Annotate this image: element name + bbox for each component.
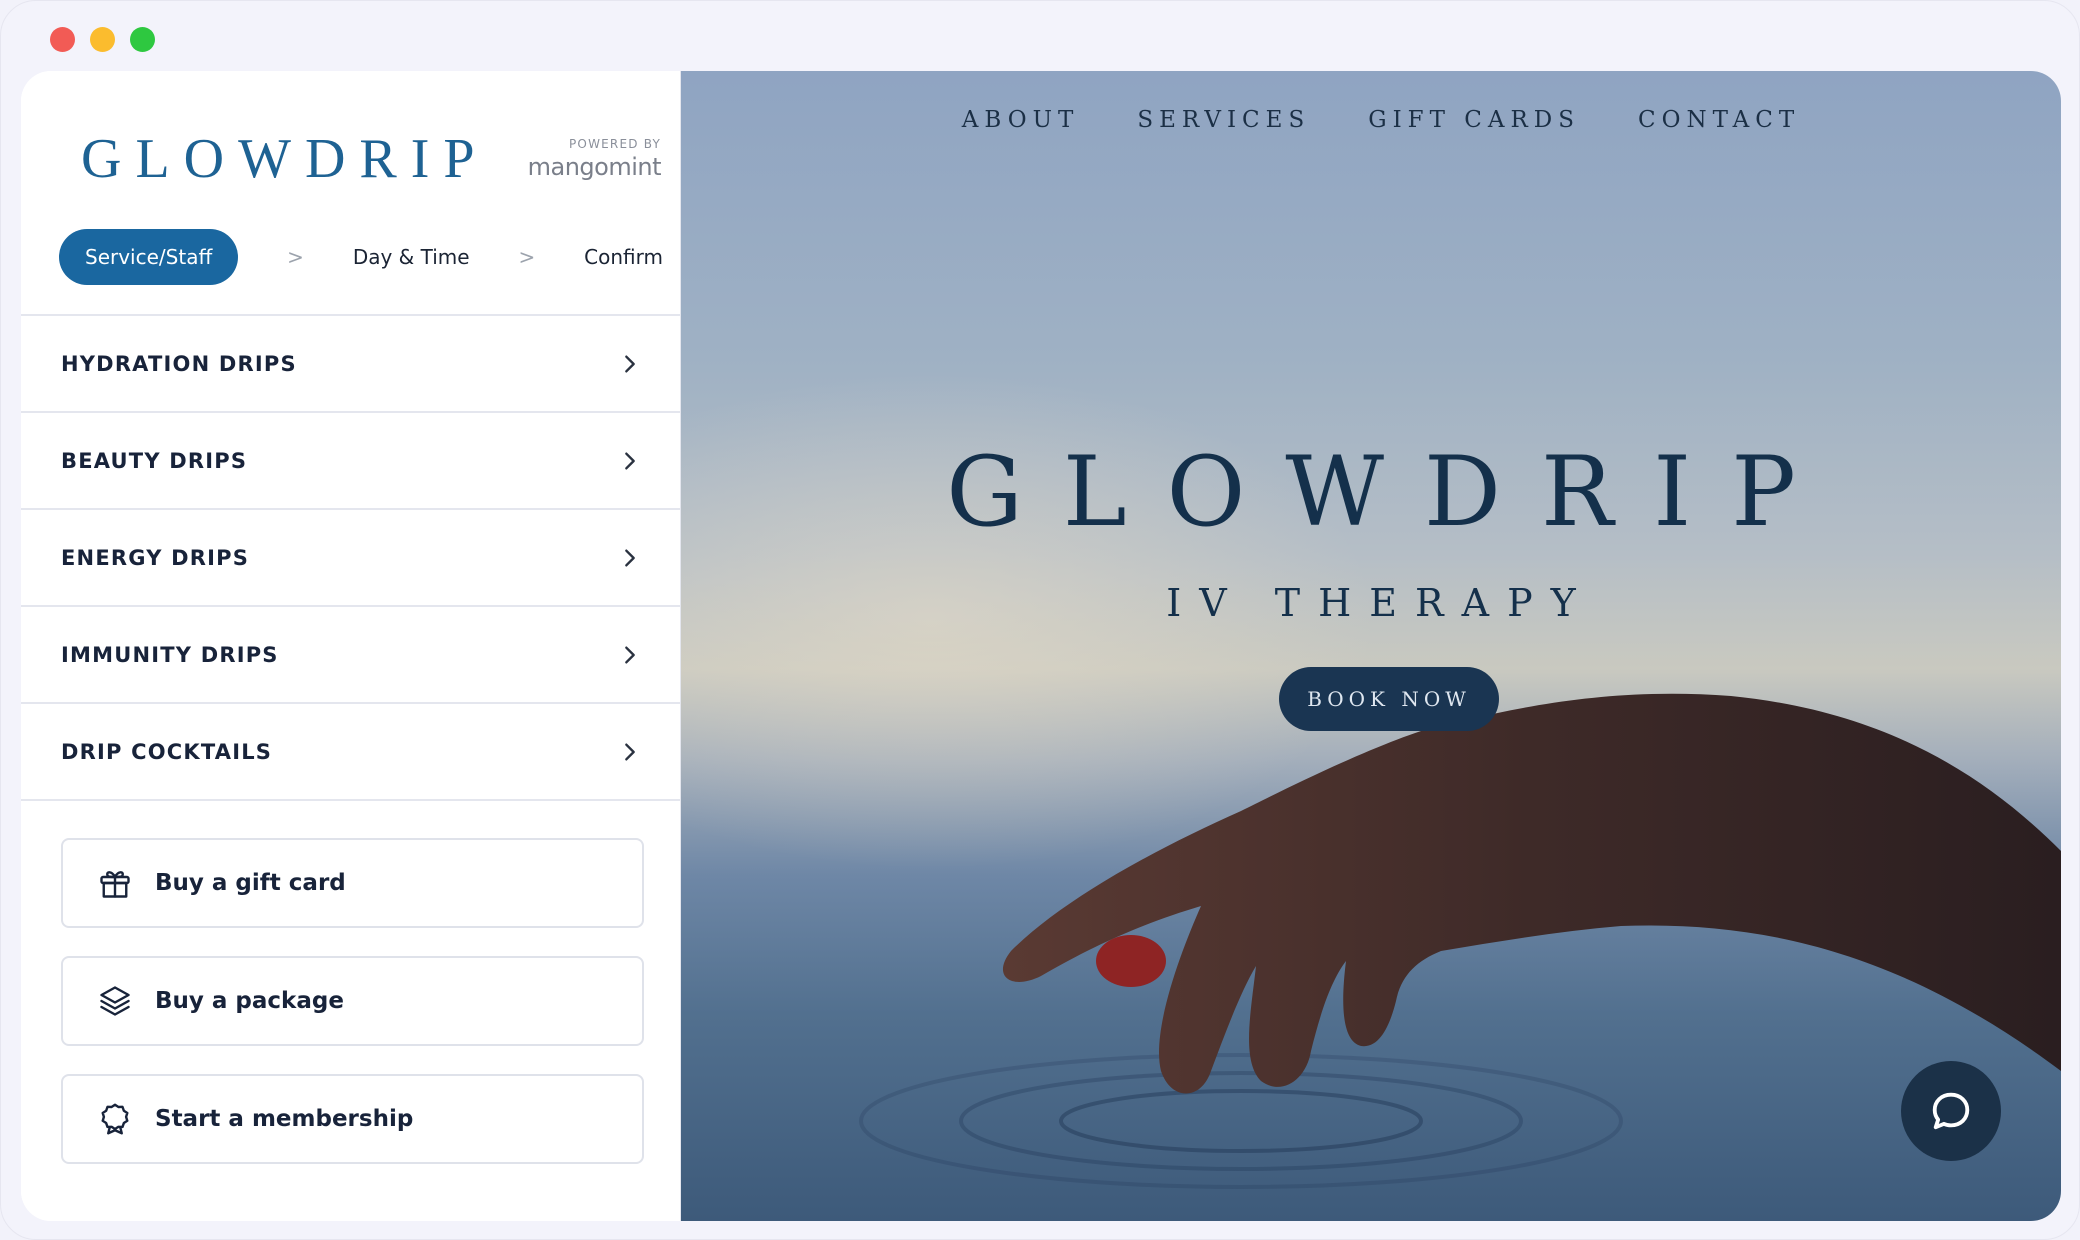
hand-over-water-image	[859, 693, 2061, 1189]
chevron-right-icon	[625, 742, 635, 761]
buy-gift-card-button[interactable]: Buy a gift card	[61, 838, 644, 928]
category-label: IMMUNITY DRIPS	[61, 642, 279, 667]
glowdrip-logo: GLOWDRIP	[81, 128, 489, 190]
category-label: ENERGY DRIPS	[61, 545, 250, 570]
gift-card-label: Buy a gift card	[155, 870, 346, 896]
chevron-right-icon	[625, 645, 635, 664]
minimize-window-button[interactable]	[90, 27, 115, 52]
membership-label: Start a membership	[155, 1106, 414, 1132]
nav-contact[interactable]: CONTACT	[1638, 107, 1800, 133]
category-immunity-drips[interactable]: IMMUNITY DRIPS	[21, 607, 681, 704]
panel-header: GLOWDRIP POWERED BY mangomint	[61, 127, 662, 197]
powered-by: POWERED BY mangomint	[527, 137, 662, 181]
hero-title: GLOWDRIP	[946, 436, 1836, 548]
hero-section: ABOUT SERVICES GIFT CARDS CONTACT GLOWDR…	[681, 71, 2061, 1221]
chevron-right-icon	[625, 451, 635, 470]
step-service-staff[interactable]: Service/Staff	[59, 229, 239, 285]
category-hydration-drips[interactable]: HYDRATION DRIPS	[21, 316, 681, 413]
layers-icon	[100, 986, 130, 1016]
hero-subtitle: IV THERAPY	[1166, 581, 1594, 625]
step-separator: >	[287, 245, 304, 269]
nav-gift-cards[interactable]: GIFT CARDS	[1368, 107, 1580, 133]
top-navigation: ABOUT SERVICES GIFT CARDS CONTACT	[681, 107, 2061, 133]
category-label: BEAUTY DRIPS	[61, 448, 248, 473]
chevron-right-icon	[625, 354, 635, 373]
page-frame: GLOWDRIP POWERED BY mangomint Service/St…	[21, 71, 2061, 1221]
book-now-button[interactable]: BOOK NOW	[1279, 667, 1499, 731]
category-energy-drips[interactable]: ENERGY DRIPS	[21, 510, 681, 607]
category-label: HYDRATION DRIPS	[61, 351, 297, 376]
close-window-button[interactable]	[50, 27, 75, 52]
start-membership-button[interactable]: Start a membership	[61, 1074, 644, 1164]
booking-panel: GLOWDRIP POWERED BY mangomint Service/St…	[21, 71, 681, 1221]
purchase-actions: Buy a gift card Buy a package Start a me…	[61, 838, 644, 1192]
maximize-window-button[interactable]	[130, 27, 155, 52]
category-label: DRIP COCKTAILS	[61, 739, 273, 764]
mangomint-logo: mangomint	[527, 153, 662, 181]
step-day-time[interactable]: Day & Time	[353, 245, 470, 269]
chat-bubble-icon	[1932, 1092, 1970, 1130]
buy-package-button[interactable]: Buy a package	[61, 956, 644, 1046]
nav-about[interactable]: ABOUT	[962, 107, 1080, 133]
category-beauty-drips[interactable]: BEAUTY DRIPS	[21, 413, 681, 510]
package-label: Buy a package	[155, 988, 344, 1014]
badge-icon	[101, 1103, 129, 1135]
gift-icon	[100, 871, 130, 898]
step-separator: >	[518, 245, 536, 269]
chevron-right-icon	[625, 548, 635, 567]
category-drip-cocktails[interactable]: DRIP COCKTAILS	[21, 704, 681, 801]
service-categories: HYDRATION DRIPS BEAUTY DRIPS ENERGY DRIP…	[21, 314, 681, 801]
powered-by-label: POWERED BY	[568, 137, 661, 151]
booking-steps: Service/Staff > Day & Time > Confirm	[59, 229, 663, 285]
window-controls	[50, 27, 155, 52]
nav-services[interactable]: SERVICES	[1137, 107, 1310, 133]
step-confirm[interactable]: Confirm	[584, 245, 663, 269]
browser-window: GLOWDRIP POWERED BY mangomint Service/St…	[0, 0, 2080, 1240]
chat-button[interactable]	[1901, 1061, 2001, 1161]
